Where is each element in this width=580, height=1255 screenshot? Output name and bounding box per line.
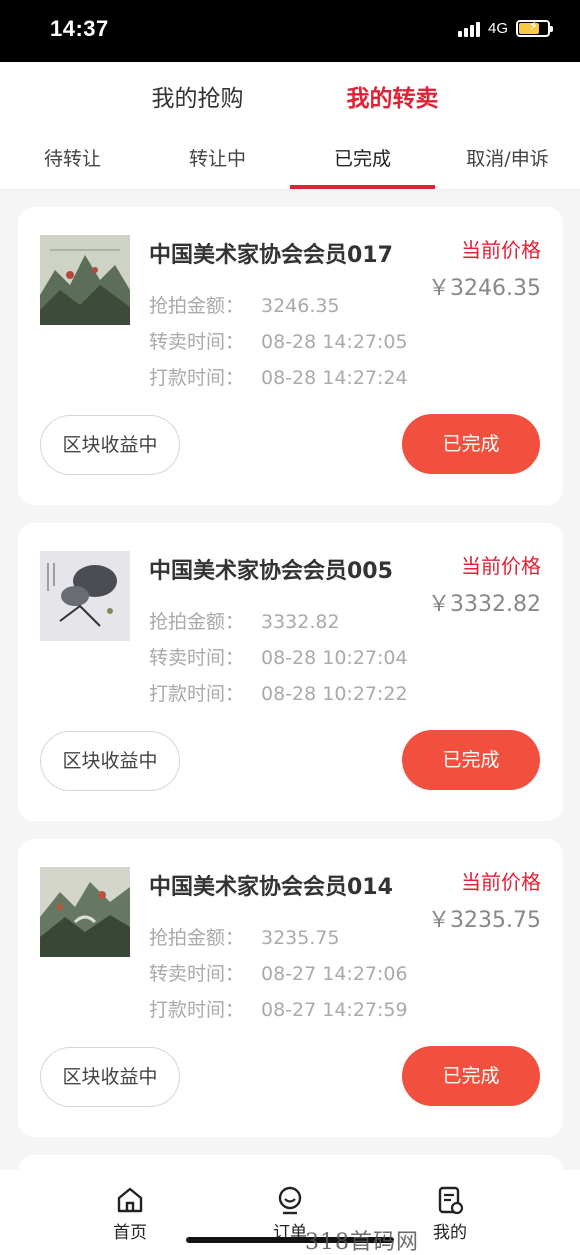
resell-time-label: 转卖时间： bbox=[149, 963, 245, 985]
resell-time-value: 08-28 14:27:05 bbox=[261, 331, 408, 353]
signal-icon bbox=[457, 21, 480, 37]
completed-button[interactable]: 已完成 bbox=[402, 730, 540, 790]
resell-time-row: 转卖时间： 08-27 14:27:06 bbox=[149, 959, 408, 986]
chain-earnings-button[interactable]: 区块收益中 bbox=[40, 731, 180, 791]
bid-amount-label: 抢拍金额： bbox=[149, 927, 245, 949]
top-tabs: 我的抢购 我的转卖 bbox=[0, 62, 580, 130]
order-list: 中国美术家协会会员017 当前价格 ￥3246.35 抢拍金额： 3246.35 … bbox=[18, 207, 563, 1155]
bid-amount-value: 3246.35 bbox=[261, 295, 340, 317]
bid-amount-row: 抢拍金额： 3246.35 bbox=[149, 291, 340, 318]
status-time: 14:37 bbox=[50, 16, 109, 41]
payment-time-row: 打款时间： 08-28 10:27:22 bbox=[149, 679, 408, 706]
battery-charging-icon: ⚡ bbox=[516, 19, 553, 37]
profile-icon bbox=[438, 1186, 464, 1215]
tab-my-resales[interactable]: 我的转卖 bbox=[347, 79, 439, 113]
chain-earnings-button[interactable]: 区块收益中 bbox=[40, 1047, 180, 1107]
status-icons: 4G ⚡ bbox=[457, 19, 553, 37]
artwork-thumbnail[interactable] bbox=[40, 235, 130, 325]
status-bar: 14:37 4G ⚡ bbox=[0, 0, 580, 62]
tab-pending-transfer[interactable]: 待转让 bbox=[0, 130, 145, 189]
bid-amount-row: 抢拍金额： 3235.75 bbox=[149, 923, 340, 950]
payment-time-label: 打款时间： bbox=[149, 999, 245, 1021]
payment-time-label: 打款时间： bbox=[149, 683, 245, 705]
artwork-title: 中国美术家协会会员017 bbox=[149, 243, 393, 268]
order-icon bbox=[278, 1186, 302, 1215]
current-price-label: 当前价格 bbox=[461, 554, 541, 578]
payment-time-value: 08-28 10:27:22 bbox=[261, 683, 408, 705]
current-price: ￥3246.35 bbox=[428, 276, 541, 301]
tab-transferring[interactable]: 转让中 bbox=[145, 130, 290, 189]
bid-amount-value: 3332.82 bbox=[261, 611, 340, 633]
resell-time-row: 转卖时间： 08-28 10:27:04 bbox=[149, 643, 408, 670]
resell-time-label: 转卖时间： bbox=[149, 647, 245, 669]
payment-time-row: 打款时间： 08-27 14:27:59 bbox=[149, 995, 408, 1022]
current-price: ￥3332.82 bbox=[428, 592, 541, 617]
nav-home-label: 首页 bbox=[113, 1223, 147, 1243]
payment-time-value: 08-28 14:27:24 bbox=[261, 367, 408, 389]
resell-time-value: 08-27 14:27:06 bbox=[261, 963, 408, 985]
bid-amount-row: 抢拍金额： 3332.82 bbox=[149, 607, 340, 634]
current-price: ￥3235.75 bbox=[428, 908, 541, 933]
status-tabs: 待转让 转让中 已完成 取消/申诉 bbox=[0, 130, 580, 190]
artwork-title: 中国美术家协会会员014 bbox=[149, 875, 393, 900]
order-card[interactable]: 中国美术家协会会员005 当前价格 ￥3332.82 抢拍金额： 3332.82 … bbox=[18, 523, 563, 821]
resell-time-label: 转卖时间： bbox=[149, 331, 245, 353]
artwork-thumbnail[interactable] bbox=[40, 867, 130, 957]
watermark: 318首码网 www.E318.com bbox=[305, 1230, 419, 1255]
order-card[interactable]: 中国美术家协会会员017 当前价格 ￥3246.35 抢拍金额： 3246.35 … bbox=[18, 207, 563, 505]
nav-home[interactable]: 首页 bbox=[80, 1170, 180, 1255]
current-price-label: 当前价格 bbox=[461, 238, 541, 262]
payment-time-label: 打款时间： bbox=[149, 367, 245, 389]
artwork-title: 中国美术家协会会员005 bbox=[149, 559, 393, 584]
current-price-label: 当前价格 bbox=[461, 870, 541, 894]
home-icon bbox=[117, 1187, 143, 1213]
artwork-thumbnail[interactable] bbox=[40, 551, 130, 641]
payment-time-value: 08-27 14:27:59 bbox=[261, 999, 408, 1021]
order-card[interactable]: 中国美术家协会会员014 当前价格 ￥3235.75 抢拍金额： 3235.75 … bbox=[18, 839, 563, 1137]
tab-my-purchases[interactable]: 我的抢购 bbox=[152, 79, 244, 113]
bid-amount-value: 3235.75 bbox=[261, 927, 340, 949]
bid-amount-label: 抢拍金额： bbox=[149, 611, 245, 633]
resell-time-value: 08-28 10:27:04 bbox=[261, 647, 408, 669]
bid-amount-label: 抢拍金额： bbox=[149, 295, 245, 317]
payment-time-row: 打款时间： 08-28 14:27:24 bbox=[149, 363, 408, 390]
completed-button[interactable]: 已完成 bbox=[402, 1046, 540, 1106]
tab-completed[interactable]: 已完成 bbox=[290, 130, 435, 189]
tab-cancel-appeal[interactable]: 取消/申诉 bbox=[435, 130, 580, 189]
network-label: 4G bbox=[487, 20, 508, 37]
resell-time-row: 转卖时间： 08-28 14:27:05 bbox=[149, 327, 408, 354]
chain-earnings-button[interactable]: 区块收益中 bbox=[40, 415, 180, 475]
completed-button[interactable]: 已完成 bbox=[402, 414, 540, 474]
